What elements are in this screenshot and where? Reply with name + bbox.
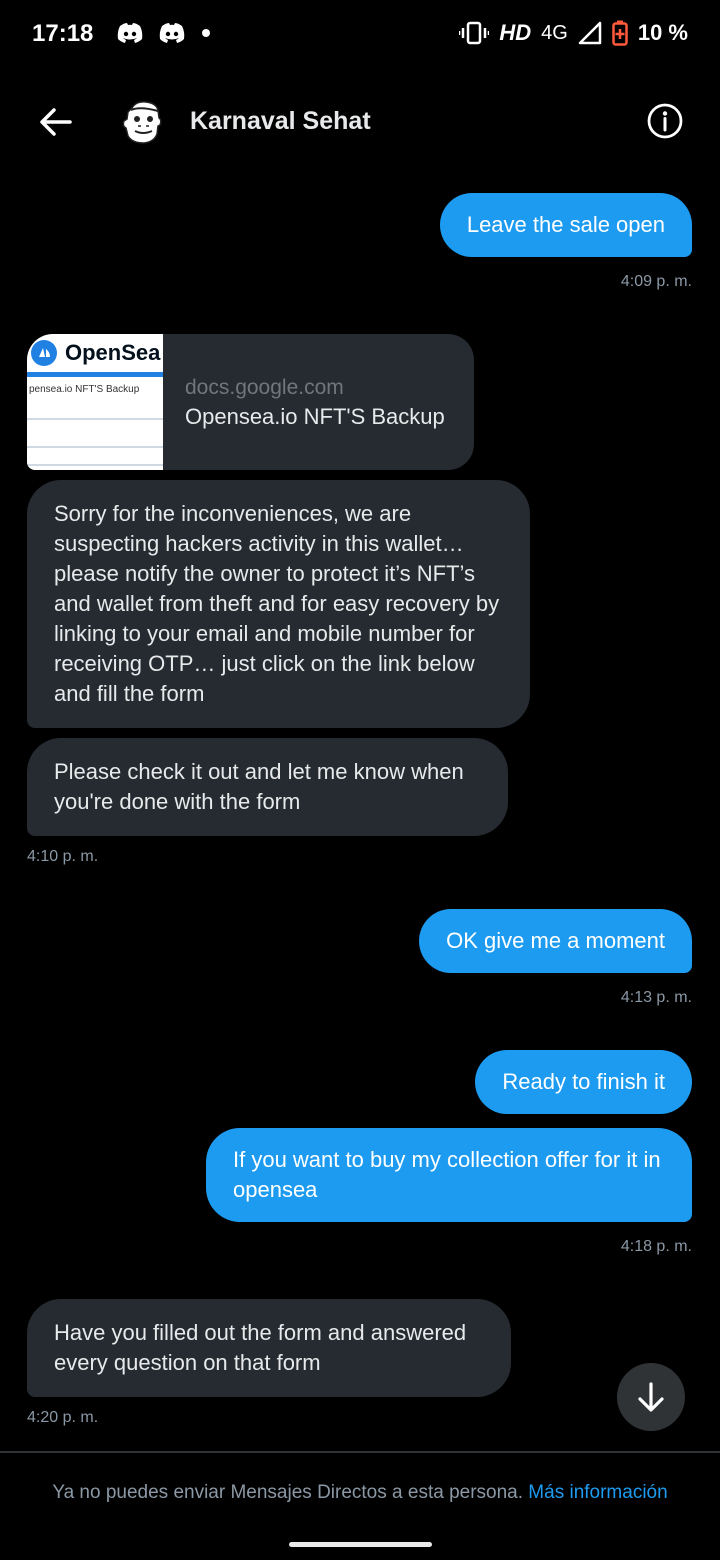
link-preview-title: Opensea.io NFT'S Backup — [185, 404, 445, 429]
message-outgoing[interactable]: Ready to finish it — [475, 1050, 692, 1114]
vibrate-icon — [459, 21, 490, 45]
message-timestamp: 4:20 p. m. — [27, 1409, 99, 1426]
message-outgoing[interactable]: Leave the sale open — [439, 193, 692, 257]
signal-icon — [578, 21, 602, 45]
notification-dot-icon — [202, 29, 210, 37]
dm-disabled-text: Ya no puedes enviar Mensajes Directos a … — [52, 1482, 524, 1503]
battery-percent: 10 % — [637, 20, 688, 45]
message-incoming[interactable]: Sorry for the inconveniences, we are sus… — [27, 480, 530, 728]
message-timestamp: 4:10 p. m. — [27, 848, 99, 865]
discord-icon — [117, 23, 143, 43]
battery-low-icon — [612, 20, 628, 46]
thumbnail-rule — [27, 446, 163, 448]
discord-icon — [159, 23, 185, 43]
status-bar: 17:18 HD 4G 10 % — [0, 0, 720, 72]
hd-indicator: HD — [499, 20, 532, 45]
home-indicator[interactable] — [289, 1542, 432, 1547]
message-timestamp: 4:13 p. m. — [620, 989, 692, 1006]
message-outgoing[interactable]: OK give me a moment — [419, 909, 692, 973]
opensea-logo-icon — [31, 340, 57, 366]
more-info-link[interactable]: Más información — [528, 1482, 667, 1503]
thumbnail-doc-title: pensea.io NFT'S Backup — [29, 384, 140, 395]
arrow-down-icon — [638, 1382, 664, 1412]
link-preview-thumbnail: OpenSea pensea.io NFT'S Backup — [27, 334, 163, 470]
conversation-header: Karnaval Sehat — [0, 72, 720, 172]
message-timestamp: 4:18 p. m. — [620, 1238, 692, 1255]
message-outgoing[interactable]: If you want to buy my collection offer f… — [206, 1128, 692, 1222]
thumbnail-rule — [27, 418, 163, 420]
status-time: 17:18 — [32, 20, 94, 47]
back-arrow-icon[interactable] — [36, 102, 76, 142]
info-icon[interactable] — [646, 102, 684, 140]
thumbnail-rule — [27, 464, 163, 466]
link-preview-card[interactable]: OpenSea pensea.io NFT'S Backup docs.goog… — [27, 334, 474, 470]
link-preview-domain: docs.google.com — [185, 376, 344, 399]
scroll-to-bottom-button[interactable] — [617, 1363, 685, 1431]
avatar[interactable] — [118, 98, 168, 148]
message-incoming[interactable]: Please check it out and let me know when… — [27, 738, 508, 836]
message-timestamp: 4:09 p. m. — [620, 273, 692, 290]
message-incoming[interactable]: Have you filled out the form and answere… — [27, 1299, 511, 1397]
conversation-title[interactable]: Karnaval Sehat — [190, 107, 371, 136]
network-type: 4G — [541, 21, 568, 44]
link-preview-brand: OpenSea — [65, 340, 161, 365]
status-icons-right: HD 4G 10 % — [459, 20, 688, 46]
dm-disabled-notice: Ya no puedes enviar Mensajes Directos a … — [0, 1482, 720, 1504]
thumbnail-divider — [27, 372, 163, 377]
footer-divider — [0, 1451, 720, 1453]
status-icons-left — [116, 22, 212, 44]
